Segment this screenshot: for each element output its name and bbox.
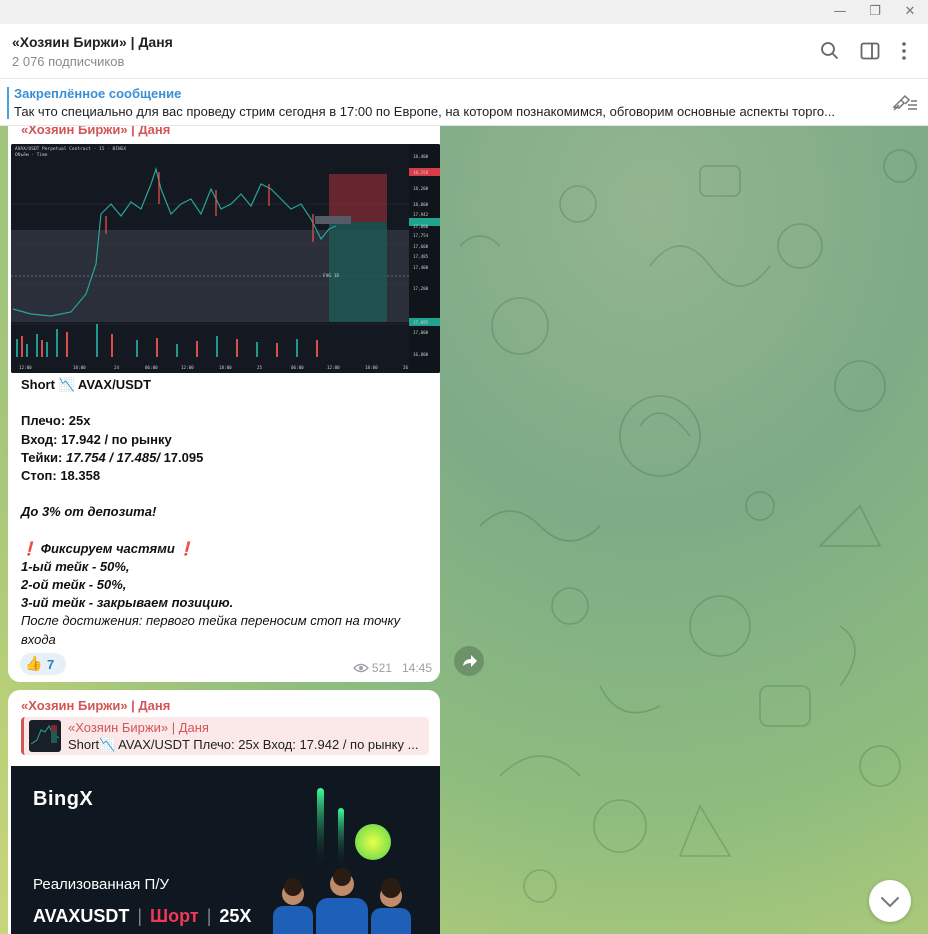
bingx-logo: BingX <box>33 788 94 810</box>
close-button[interactable]: ✕ <box>900 3 920 21</box>
time-tick: 12:00 <box>19 365 32 370</box>
time-tick: 12:00 <box>327 365 340 370</box>
exclamation-icon: ❗ <box>178 540 195 556</box>
price-tick: 17,800 <box>413 224 429 229</box>
price-tick: 17,200 <box>413 286 429 291</box>
chat-area[interactable]: «Хозяин Биржи» | Даня AVAX/USDT Perpetua… <box>0 126 928 934</box>
text-short: Short <box>21 377 55 392</box>
message-sender[interactable]: «Хозяин Биржи» | Даня <box>21 126 170 137</box>
restore-button[interactable]: ❐ <box>865 3 885 21</box>
price-tick: 17,400 <box>413 265 429 270</box>
fvg-label: FVG 1D <box>323 273 340 279</box>
forward-button[interactable] <box>454 646 484 676</box>
pair-label: AVAXUSDT <box>33 906 130 926</box>
price-tick: 17,942 <box>413 212 429 217</box>
price-tick: 18,000 <box>413 202 429 207</box>
reply-text: Short📉 AVAX/USDT Плечо: 25x Вход: 17.942… <box>68 737 419 752</box>
side-label: Шорт <box>150 906 199 926</box>
time-tick: 25 <box>257 365 263 370</box>
scroll-down-button[interactable] <box>869 880 911 922</box>
pinned-text: Так что специально для вас проведу стрим… <box>14 104 835 119</box>
time-tick: 06:00 <box>145 365 158 370</box>
partial-fix-line: Фиксируем частями <box>37 540 179 556</box>
price-tick: 17,095 <box>413 320 429 325</box>
subscriber-count: 2 076 подписчиков <box>12 54 125 69</box>
exclamation-icon: ❗ <box>21 540 38 556</box>
pin-list-icon[interactable] <box>890 91 918 115</box>
reply-thumbnail <box>29 720 61 752</box>
more-vertical-icon[interactable] <box>891 38 917 64</box>
message-sender[interactable]: «Хозяин Биржи» | Даня <box>21 698 170 713</box>
realized-pnl-label: Реализованная П/У <box>33 876 170 893</box>
price-tick: 17,000 <box>413 330 429 335</box>
takes-values-italic: 17.754 / 17.485/ <box>65 449 160 465</box>
time-tick: 18:00 <box>365 365 378 370</box>
chevron-down-icon <box>881 897 899 907</box>
leverage-line: Плечо: 25x <box>21 413 91 429</box>
time-tick: 18:00 <box>219 365 232 370</box>
chart-screenshot-image[interactable]: AVAX/USDT Perpetual Contract · 15 · BING… <box>11 144 440 373</box>
time-tick: 18:00 <box>73 365 86 370</box>
message-bubble[interactable]: «Хозяин Биржи» | Даня AVAX/USDT Perpetua… <box>8 126 440 682</box>
reply-quote[interactable]: «Хозяин Биржи» | Даня Short📉 AVAX/USDT П… <box>21 717 429 755</box>
message-time: 14:45 <box>401 661 432 675</box>
window-title-bar: — ❐ ✕ <box>0 0 928 24</box>
take2-line: 2-ой тейк - 50%, <box>21 577 127 593</box>
pinned-title: Закреплённое сообщение <box>14 86 182 101</box>
eye-icon <box>352 663 369 673</box>
sidebar-toggle-icon[interactable] <box>857 38 883 64</box>
message-text: Short 📉 AVAX/USDT Плечо: 25x Вход: 17.94… <box>21 376 421 649</box>
price-tick: 17,754 <box>413 233 429 238</box>
take1-line: 1-ый тейк - 50%, <box>21 558 130 574</box>
after-take-line: После достижения: первого тейка переноси… <box>21 613 401 629</box>
price-tick: 17,485 <box>413 254 429 259</box>
price-tick: 16,800 <box>413 352 429 357</box>
forward-arrow-icon <box>463 655 477 667</box>
svg-text:AVAX/USDT Perpetual Contract ·: AVAX/USDT Perpetual Contract · 15 · BING… <box>15 146 126 152</box>
time-tick: 26 <box>403 365 409 370</box>
reaction-thumbs-up[interactable]: 👍 7 <box>20 653 66 675</box>
message-bubble[interactable]: «Хозяин Биржи» | Даня «Хозяин Биржи» | Д… <box>8 690 440 934</box>
price-tick: 18,200 <box>413 186 429 191</box>
chart-down-emoji-icon: 📉 <box>58 377 75 392</box>
takes-label: Тейки: <box>21 449 66 465</box>
reply-sender: «Хозяин Биржи» | Даня <box>68 720 209 735</box>
pinned-message-bar[interactable]: Закреплённое сообщение Так что специальн… <box>0 79 928 126</box>
leverage-label: 25X <box>219 906 252 926</box>
takes-value-last: 17.095 <box>159 449 204 465</box>
bingx-pnl-image[interactable]: BingX Реализованная П/У AVAXUSDT | Шорт | 25… <box>11 766 440 934</box>
view-count: 521 <box>371 661 392 675</box>
message-meta: 521 14:45 <box>352 661 432 675</box>
pinned-indicator <box>7 87 9 119</box>
price-tick: 17,600 <box>413 244 429 249</box>
stop-line: Стоп: 18.358 <box>21 467 101 483</box>
entry-line: Вход: 17.942 / по рынку <box>21 431 172 447</box>
time-tick: 06:00 <box>291 365 304 370</box>
price-tick: 18,358 <box>413 170 429 175</box>
time-tick: 24 <box>114 365 120 370</box>
text-pair: AVAX/USDT <box>77 377 152 392</box>
trading-chart: AVAX/USDT Perpetual Contract · 15 · BING… <box>11 144 440 373</box>
take3-line: 3-ий тейк - закрываем позицию. <box>21 595 234 611</box>
channel-title[interactable]: «Хозяин Биржи» | Даня <box>12 34 173 50</box>
search-icon[interactable] <box>817 38 843 64</box>
time-tick: 12:00 <box>181 365 194 370</box>
price-tick: 18,400 <box>413 154 429 159</box>
position-row: AVAXUSDT | Шорт | 25X <box>33 906 252 926</box>
reaction-count: 7 <box>47 657 55 672</box>
thumbs-up-icon: 👍 <box>25 655 43 671</box>
chat-header[interactable]: «Хозяин Биржи» | Даня 2 076 подписчиков <box>0 24 928 79</box>
deposit-line: До 3% от депозита! <box>21 504 157 520</box>
svg-text:Объём · Time: Объём · Time <box>15 151 48 158</box>
after-take-line-2: входа <box>21 631 56 647</box>
minimize-button[interactable]: — <box>830 3 850 21</box>
